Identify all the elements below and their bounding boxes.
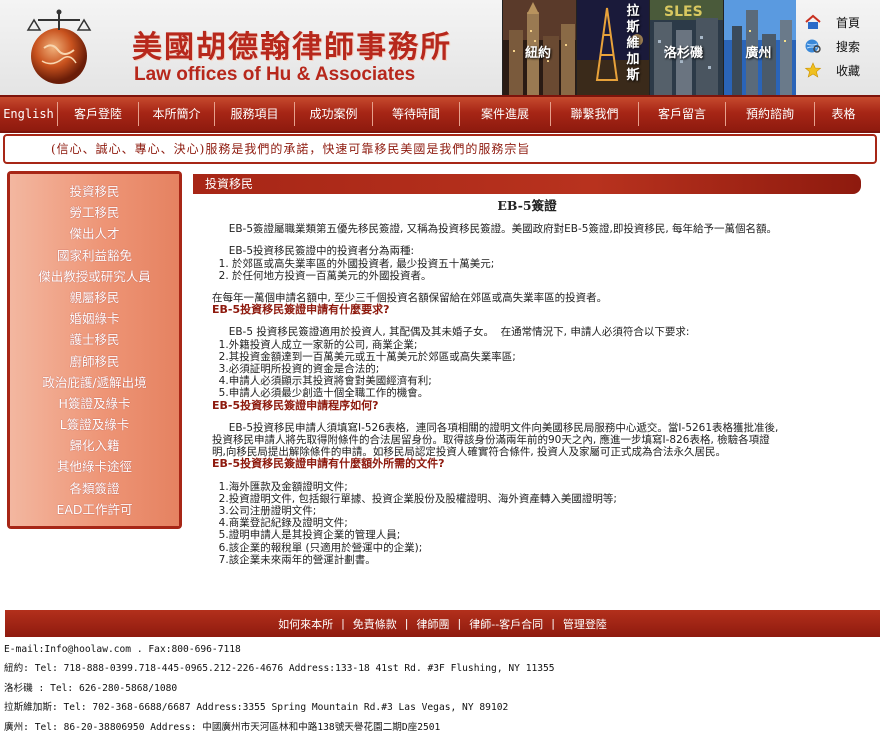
- city-label-guangzhou: 廣州: [745, 46, 772, 61]
- city-banner: 紐約 拉斯維加斯 SLES 洛杉磯 廣州: [502, 0, 796, 95]
- requirement-item: 1.外籍投資人成立一家新的公司, 商業企業;: [212, 338, 418, 351]
- sidebar-item-family[interactable]: 親屬移民: [10, 287, 179, 308]
- contact-los-angeles: 洛杉磯 : Tel: 626-280-5868/1080: [4, 682, 178, 694]
- city-label-new-york: 紐約: [525, 46, 552, 61]
- document-item: 1.海外匯款及金額證明文件;: [212, 480, 348, 493]
- contact-new-york: 紐約: Tel: 718-888-0399.718-445-0965.212-2…: [4, 663, 555, 675]
- procedure-line: 投資移民申請人將先取得附條件的合法居留身份。取得該身份滿兩年前的90天之內, 應…: [212, 434, 770, 447]
- quick-links: 首頁 搜索 收藏: [804, 10, 874, 82]
- heading-documents: EB-5投資移民簽證申請有什麼額外所需的文件?: [212, 457, 445, 471]
- article-title: EB-5簽證: [497, 198, 557, 213]
- document-item: 3.公司注册證明文件;: [212, 505, 317, 518]
- firm-logo[interactable]: [14, 6, 104, 92]
- sidebar-item-asylum[interactable]: 政治庇護/遞解出境: [10, 372, 179, 393]
- sidebar-item-professor-researcher[interactable]: 傑出教授或研究人員: [10, 266, 179, 287]
- footer-link-admin-login[interactable]: 管理登陸: [555, 616, 615, 632]
- scales-globe-icon: [26, 9, 92, 84]
- city-label-los-angeles: 洛杉磯: [664, 46, 704, 61]
- footer-link-client-contract[interactable]: 律師--客戶合同: [461, 616, 551, 632]
- contact-las-vegas: 拉斯維加斯: Tel: 702-368-6688/6687 Address:33…: [4, 702, 509, 714]
- requirement-item: 3.必須証明所投資的資金是合法的;: [212, 363, 380, 376]
- sidebar-item-nurse[interactable]: 護士移民: [10, 329, 179, 350]
- sidebar-item-ead[interactable]: EAD工作許可: [10, 499, 179, 520]
- procedure-line: EB-5投資移民申請人須填寫I-526表格, 連同各項相關的證明文件向美國移民局…: [212, 421, 779, 434]
- footer-link-attorneys[interactable]: 律師團: [409, 616, 458, 632]
- nav-wait-times[interactable]: 等待時間: [373, 102, 460, 126]
- investor-types-intro: EB-5投資移民簽證中的投資者分為兩種:: [212, 245, 415, 258]
- slogan-banner: (信心、誠心、專心、決心)服務是我們的承諾，快速可靠移民美國是我們的服務宗旨: [3, 134, 877, 164]
- footer-link-directions[interactable]: 如何來本所: [270, 616, 341, 632]
- city-tile-new-york[interactable]: 紐約: [502, 0, 576, 95]
- city-label-las-vegas: 拉斯維加斯: [626, 4, 640, 83]
- sidebar-item-chef[interactable]: 廚師移民: [10, 351, 179, 372]
- document-item: 7.該企業未來兩年的營運計劃書。: [212, 553, 376, 566]
- quick-link-search[interactable]: 搜索: [804, 34, 874, 58]
- sidebar-item-other-green-card[interactable]: 其他綠卡途徑: [10, 456, 179, 477]
- nav-contact[interactable]: 聯繫我們: [551, 102, 639, 126]
- sidebar-item-l-visa[interactable]: L簽證及綠卡: [10, 414, 179, 435]
- article-body: EB-5簽證 EB-5簽證屬職業類第五優先移民簽證, 又稱為投資移民簽證。美國政…: [212, 198, 842, 566]
- city-tile-las-vegas[interactable]: 拉斯維加斯: [575, 0, 649, 95]
- requirement-item: 4.申請人必須顯示其投資將會對美國經濟有利;: [212, 375, 432, 388]
- investor-type-item: 1. 於郊區或高失業率區的外國投資者, 最少投資五十萬美元;: [212, 257, 495, 270]
- heading-requirements: EB-5投資移民簽證申請有什麼要求?: [212, 303, 390, 317]
- nav-guestbook[interactable]: 客戶留言: [639, 102, 726, 126]
- sidebar-item-visas[interactable]: 各類簽證: [10, 478, 179, 499]
- sidebar-item-labor[interactable]: 勞工移民: [10, 202, 179, 223]
- contact-guangzhou: 廣州: Tel: 86-20-38806950 Address: 中國廣州市天河…: [4, 721, 441, 733]
- nav-about[interactable]: 本所簡介: [139, 102, 215, 126]
- quick-link-home-label: 首頁: [836, 15, 861, 30]
- footer-link-disclaimer[interactable]: 免責條款: [345, 616, 405, 632]
- city-tile-los-angeles[interactable]: SLES 洛杉磯: [649, 0, 723, 95]
- sidebar-item-national-interest[interactable]: 國家利益豁免: [10, 245, 179, 266]
- sidebar-item-outstanding-talent[interactable]: 傑出人才: [10, 223, 179, 244]
- sidebar-menu: 投資移民 勞工移民 傑出人才 國家利益豁免 傑出教授或研究人員 親屬移民 婚姻綠…: [7, 171, 182, 529]
- sidebar-item-naturalization[interactable]: 歸化入籍: [10, 435, 179, 456]
- city-tile-guangzhou[interactable]: 廣州: [722, 0, 796, 95]
- nav-case-status[interactable]: 案件進展: [460, 102, 551, 126]
- sidebar-item-h-visa[interactable]: H簽證及綠卡: [10, 393, 179, 414]
- nav-success-cases[interactable]: 成功案例: [295, 102, 373, 126]
- nav-forms[interactable]: 表格: [815, 102, 872, 126]
- document-item: 5.證明申請人是其投資企業的管理人員;: [212, 529, 401, 542]
- svg-text:SLES: SLES: [664, 4, 703, 20]
- contact-info: E-mail:Info@hoolaw.com . Fax:800-696-711…: [4, 640, 874, 737]
- nav-client-login[interactable]: 客戶登陸: [58, 102, 139, 126]
- home-icon: [804, 14, 822, 30]
- requirement-item: 2.其投資金額達到一百萬美元或五十萬美元於郊區或高失業率區;: [212, 350, 516, 363]
- sidebar-menu-list: 投資移民 勞工移民 傑出人才 國家利益豁免 傑出教授或研究人員 親屬移民 婚姻綠…: [10, 174, 179, 526]
- document-item: 6.該企業的報稅單 (只適用於營運中的企業);: [212, 541, 423, 554]
- sidebar-item-investment[interactable]: 投資移民: [10, 181, 179, 202]
- intro-paragraph: EB-5簽證屬職業類第五優先移民簽證, 又稱為投資移民簽證。美國政府對EB-5簽…: [212, 223, 777, 236]
- quick-link-favorite-label: 收藏: [836, 63, 861, 78]
- site-header: 美國胡德翰律師事務所 Law offices of Hu & Associate…: [0, 0, 880, 95]
- document-item: 2.投資證明文件, 包括銀行單據、投資企業股份及股權證明、海外資產轉入美國證明等…: [212, 492, 617, 505]
- heading-procedure: EB-5投資移民簽證申請程序如何?: [212, 398, 379, 412]
- quick-link-home[interactable]: 首頁: [804, 10, 874, 34]
- requirements-intro: EB-5 投資移民簽證適用於投資人, 其配偶及其未婚子女。 在通常情況下, 申請…: [212, 326, 690, 339]
- nav-services[interactable]: 服務項目: [215, 102, 295, 126]
- firm-name-english: Law offices of Hu & Associates: [134, 64, 416, 85]
- nav-consultation[interactable]: 預約諮詢: [726, 102, 815, 126]
- main-nav: English 客戶登陸 本所簡介 服務項目 成功案例 等待時間 案件進展 聯繫…: [0, 95, 880, 133]
- contact-email-fax: E-mail:Info@hoolaw.com . Fax:800-696-711…: [4, 644, 241, 655]
- firm-name-chinese: 美國胡德翰律師事務所: [132, 30, 452, 65]
- nav-english[interactable]: English: [0, 102, 58, 126]
- quick-link-search-label: 搜索: [836, 39, 861, 54]
- section-title-bar: 投資移民: [193, 174, 861, 194]
- sidebar-item-marriage[interactable]: 婚姻綠卡: [10, 308, 179, 329]
- requirement-item: 5.申請人必須最少創造十個全職工作的機會。: [212, 387, 429, 400]
- investor-type-item: 2. 於任何地方投資一百萬美元的外國投資者。: [212, 269, 432, 282]
- quick-link-favorite[interactable]: 收藏: [804, 58, 874, 82]
- globe-icon: [804, 38, 822, 54]
- document-item: 4.商業登記紀錄及證明文件;: [212, 517, 348, 530]
- star-icon: [804, 62, 822, 78]
- footer-nav: 如何來本所 | 免責條款 | 律師團 | 律師--客戶合同 | 管理登陸: [5, 610, 880, 637]
